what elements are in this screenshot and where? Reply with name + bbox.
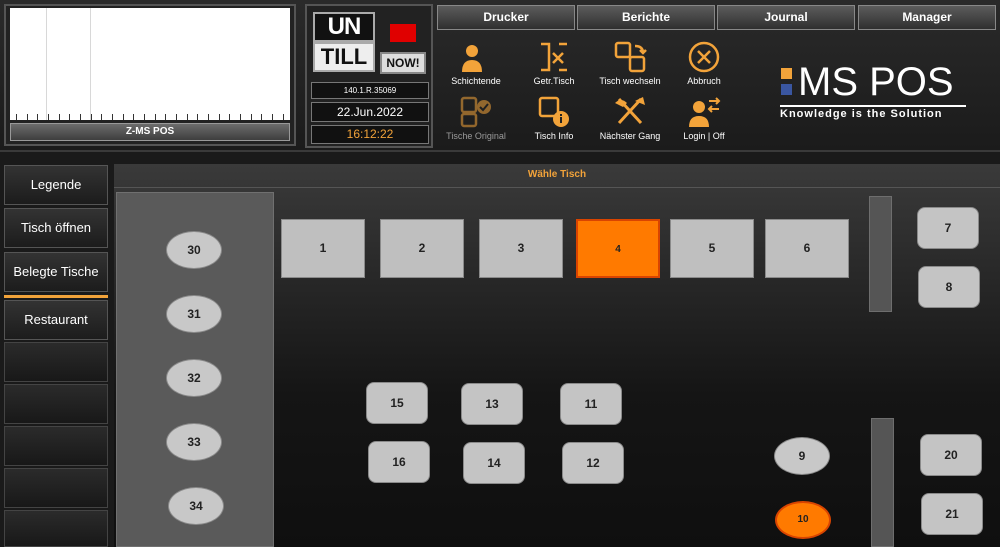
sidebar-separator xyxy=(4,295,108,298)
tisch-info-label: Tisch Info xyxy=(534,131,574,141)
untill-logo-top: UN xyxy=(313,12,375,42)
sidebar-empty-slot xyxy=(4,468,108,508)
getr-tisch-button[interactable]: Getr.Tisch xyxy=(512,40,596,86)
login-off-label: Login | Off xyxy=(683,131,725,141)
date-display: 22.Jun.2022 xyxy=(311,102,429,122)
table-2[interactable]: 2 xyxy=(380,219,464,278)
table-4[interactable]: 4 xyxy=(576,219,660,278)
z-report-panel: Z-MS POS xyxy=(4,4,296,146)
separate-table-icon xyxy=(541,42,567,72)
table-33[interactable]: 33 xyxy=(166,423,222,461)
shift-end-icon xyxy=(462,42,491,72)
table-1[interactable]: 1 xyxy=(281,219,365,278)
table-10[interactable]: 10 xyxy=(775,501,831,539)
original-tables-icon xyxy=(460,96,491,128)
login-off-button[interactable]: Login | Off xyxy=(662,95,746,141)
untill-panel: UN TILL NOW! 140.1.R.35069 22.Jun.2022 1… xyxy=(305,4,433,148)
sidebar-empty-slot xyxy=(4,342,108,382)
table-6[interactable]: 6 xyxy=(765,219,849,278)
floor-divider xyxy=(869,196,892,312)
table-21[interactable]: 21 xyxy=(921,493,983,535)
table-8[interactable]: 8 xyxy=(918,266,980,308)
legende-button[interactable]: Legende xyxy=(4,165,108,205)
change-table-icon xyxy=(614,41,647,73)
table-16[interactable]: 16 xyxy=(368,441,430,483)
naechster-gang-button[interactable]: Nächster Gang xyxy=(588,95,672,141)
brand-tagline: Knowledge is the Solution xyxy=(780,108,943,120)
time-display: 16:12:22 xyxy=(311,125,429,144)
ms-pos-logo: MS POS Knowledge is the Solution xyxy=(778,60,968,126)
version-label: 140.1.R.35069 xyxy=(311,82,429,99)
next-course-icon xyxy=(615,97,645,125)
tische-original-button[interactable]: Tische Original xyxy=(434,95,518,141)
preview-ruler xyxy=(10,114,290,120)
table-15[interactable]: 15 xyxy=(366,382,428,424)
table-31[interactable]: 31 xyxy=(166,295,222,333)
table-12[interactable]: 12 xyxy=(562,442,624,484)
tisch-wechseln-label: Tisch wechseln xyxy=(599,76,661,86)
brand-underline xyxy=(780,105,966,107)
z-report-preview xyxy=(10,8,290,120)
tisch-oeffnen-button[interactable]: Tisch öffnen xyxy=(4,208,108,248)
schichtende-button[interactable]: Schichtende xyxy=(434,40,518,86)
manager-button[interactable]: Manager xyxy=(858,5,996,30)
brand-name: MS POS xyxy=(798,60,954,104)
table-32[interactable]: 32 xyxy=(166,359,222,397)
tisch-info-button[interactable]: Tisch Info xyxy=(512,95,596,141)
floor-divider xyxy=(871,418,894,547)
table-3[interactable]: 3 xyxy=(479,219,563,278)
table-14[interactable]: 14 xyxy=(463,442,525,484)
sidebar-empty-slot xyxy=(4,510,108,547)
journal-button[interactable]: Journal xyxy=(717,5,855,30)
z-ms-pos-button[interactable]: Z-MS POS xyxy=(10,123,290,141)
login-off-icon xyxy=(689,97,721,127)
table-13[interactable]: 13 xyxy=(461,383,523,425)
status-indicator xyxy=(390,24,416,42)
logo-square-orange xyxy=(781,68,792,79)
cancel-icon xyxy=(688,41,720,73)
sidebar-empty-slot xyxy=(4,384,108,424)
schichtende-label: Schichtende xyxy=(451,76,501,86)
table-7[interactable]: 7 xyxy=(917,207,979,249)
table-20[interactable]: 20 xyxy=(920,434,982,476)
untill-logo-bottom: TILL xyxy=(313,42,375,72)
drucker-button[interactable]: Drucker xyxy=(437,5,575,30)
table-34[interactable]: 34 xyxy=(168,487,224,525)
table-9[interactable]: 9 xyxy=(774,437,830,475)
tisch-wechseln-button[interactable]: Tisch wechseln xyxy=(588,40,672,86)
table-30[interactable]: 30 xyxy=(166,231,222,269)
naechster-gang-label: Nächster Gang xyxy=(599,131,661,141)
now-button[interactable]: NOW! xyxy=(380,52,426,74)
table-info-icon xyxy=(538,96,569,127)
berichte-button[interactable]: Berichte xyxy=(577,5,715,30)
abbruch-button[interactable]: Abbruch xyxy=(662,40,746,86)
table-11[interactable]: 11 xyxy=(560,383,622,425)
tische-original-label: Tische Original xyxy=(446,131,506,141)
abbruch-label: Abbruch xyxy=(687,76,721,86)
table-5[interactable]: 5 xyxy=(670,219,754,278)
sidebar-empty-slot xyxy=(4,426,108,466)
getr-tisch-label: Getr.Tisch xyxy=(533,76,575,86)
belegte-tische-button[interactable]: Belegte Tische xyxy=(4,252,108,292)
floor-plan-title: Wähle Tisch xyxy=(114,164,1000,188)
restaurant-button[interactable]: Restaurant xyxy=(4,300,108,340)
logo-square-blue xyxy=(781,84,792,95)
